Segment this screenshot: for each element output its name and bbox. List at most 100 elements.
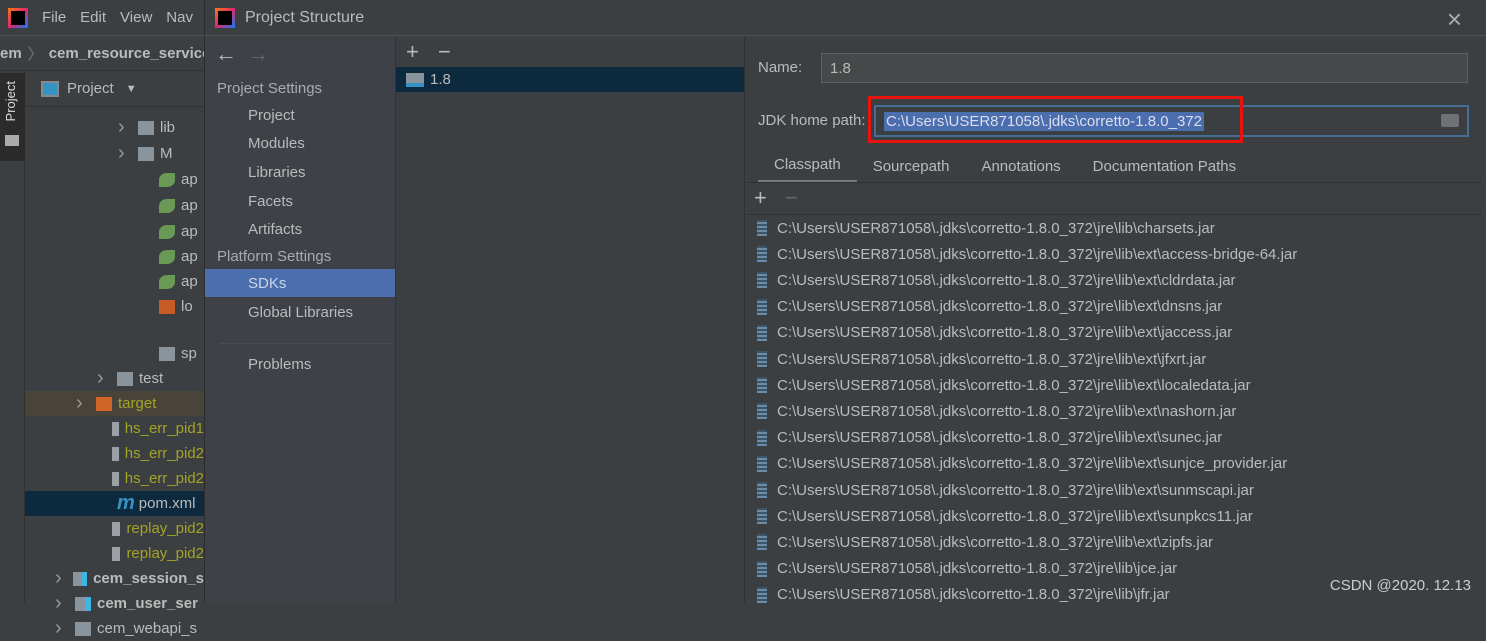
tree-item-label: pom.xml <box>138 495 196 512</box>
close-icon[interactable]: × <box>1447 4 1462 35</box>
classpath-item[interactable]: C:\Users\USER871058\.jdks\corretto-1.8.0… <box>757 294 1222 320</box>
tree-item[interactable]: hs_err_pid2 <box>25 466 204 491</box>
tree-item[interactable]: › target <box>25 391 204 416</box>
back-arrow-icon[interactable]: ← <box>215 41 237 67</box>
classpath-item[interactable]: C:\Users\USER871058\.jdks\corretto-1.8.0… <box>757 241 1297 267</box>
file-icon <box>112 521 121 536</box>
menu-navigate[interactable]: Nav <box>166 9 193 26</box>
tree-item[interactable]: › cem_session_s <box>25 566 204 591</box>
breadcrumb-separator: 〉 <box>27 46 43 63</box>
excluded-icon <box>96 396 112 411</box>
jar-icon <box>757 324 767 341</box>
tree-item[interactable]: › test <box>25 366 204 391</box>
project-view-selector[interactable]: Project ▼ <box>25 71 204 107</box>
tab-sourcepath[interactable]: Sourcepath <box>857 149 966 183</box>
jar-icon <box>757 482 767 498</box>
tree-item-label: target <box>118 395 157 412</box>
dialog-title: Project Structure <box>245 8 365 26</box>
classpath-item[interactable]: C:\Users\USER871058\.jdks\corretto-1.8.0… <box>757 529 1213 555</box>
tree-item[interactable]: › M <box>25 141 204 166</box>
tree-item[interactable]: ap <box>25 167 204 192</box>
chevron-right-icon[interactable]: › <box>118 142 128 165</box>
chevron-right-icon[interactable]: › <box>55 592 65 615</box>
chevron-right-icon[interactable]: › <box>55 567 63 590</box>
tree-item[interactable]: replay_pid2 <box>25 516 204 541</box>
nav-item-sdks[interactable]: SDKs <box>205 269 396 297</box>
highlight-box <box>868 96 1243 143</box>
module-icon <box>73 571 88 586</box>
remove-sdk-button[interactable]: − <box>438 39 451 65</box>
tree-item-label: hs_err_pid2 <box>124 445 204 462</box>
breadcrumb-item[interactable]: cem_resource_service <box>49 45 211 62</box>
classpath-item[interactable]: C:\Users\USER871058\.jdks\corretto-1.8.0… <box>757 346 1206 372</box>
chevron-right-icon[interactable]: › <box>55 617 65 640</box>
classpath-item[interactable]: C:\Users\USER871058\.jdks\corretto-1.8.0… <box>757 503 1253 529</box>
menu-view[interactable]: View <box>120 9 152 26</box>
classpath-item[interactable]: C:\Users\USER871058\.jdks\corretto-1.8.0… <box>757 556 1177 582</box>
project-tool-tab[interactable]: Project <box>0 73 25 161</box>
breadcrumb-item[interactable]: em <box>0 45 22 62</box>
tab-documentation-paths[interactable]: Documentation Paths <box>1077 149 1252 183</box>
classpath-item[interactable]: C:\Users\USER871058\.jdks\corretto-1.8.0… <box>757 215 1215 241</box>
tree-item[interactable]: › cem_webapi_s <box>25 616 204 641</box>
intellij-logo-icon <box>8 7 28 28</box>
spring-icon <box>159 274 175 289</box>
tree-item[interactable]: m pom.xml <box>25 491 204 516</box>
nav-item-modules[interactable]: Modules <box>205 130 396 158</box>
sdk-item[interactable]: 1.8 <box>396 67 744 92</box>
classpath-item[interactable]: C:\Users\USER871058\.jdks\corretto-1.8.0… <box>757 398 1236 424</box>
add-sdk-button[interactable]: + <box>406 39 419 65</box>
spring-icon <box>159 224 175 239</box>
sdk-detail-panel: Name: 1.8 JDK home path: C:\Users\USER87… <box>745 37 1482 603</box>
nav-item-facets[interactable]: Facets <box>205 187 396 215</box>
add-classpath-button[interactable]: + <box>754 185 767 211</box>
tree-item[interactable]: hs_err_pid2 <box>25 441 204 466</box>
tree-item[interactable]: ap <box>25 244 204 269</box>
nav-item-problems[interactable]: Problems <box>205 350 396 378</box>
classpath-item[interactable]: C:\Users\USER871058\.jdks\corretto-1.8.0… <box>757 582 1170 608</box>
sdk-list-panel: + − 1.8 <box>395 37 745 603</box>
tree-item[interactable]: ap <box>25 269 204 294</box>
classpath-item[interactable]: C:\Users\USER871058\.jdks\corretto-1.8.0… <box>757 267 1236 293</box>
tree-item[interactable]: replay_pid2 <box>25 541 204 566</box>
tree-item[interactable]: › cem_user_ser <box>25 591 204 616</box>
folder-icon <box>5 135 19 146</box>
browse-folder-icon[interactable] <box>1441 114 1459 127</box>
divider <box>745 182 1482 183</box>
folder-icon <box>117 371 133 386</box>
chevron-down-icon: ▼ <box>125 82 137 95</box>
tree-item-label: replay_pid2 <box>126 520 204 537</box>
name-input[interactable]: 1.8 <box>821 53 1468 83</box>
nav-item-project[interactable]: Project <box>205 101 396 129</box>
classpath-item[interactable]: C:\Users\USER871058\.jdks\corretto-1.8.0… <box>757 425 1222 451</box>
jar-icon <box>757 534 767 551</box>
tab-classpath[interactable]: Classpath <box>758 149 857 183</box>
jar-icon <box>757 455 767 472</box>
jar-icon <box>757 508 767 525</box>
classpath-item[interactable]: C:\Users\USER871058\.jdks\corretto-1.8.0… <box>757 477 1254 503</box>
tree-item[interactable]: lo <box>25 294 204 319</box>
chevron-right-icon[interactable]: › <box>76 392 86 415</box>
classpath-item[interactable]: C:\Users\USER871058\.jdks\corretto-1.8.0… <box>757 451 1287 477</box>
nav-item-libraries[interactable]: Libraries <box>205 158 396 186</box>
menu-edit[interactable]: Edit <box>80 9 106 26</box>
menu-file[interactable]: File <box>42 9 66 26</box>
tree-item[interactable]: ap <box>25 219 204 244</box>
project-view-icon <box>41 80 59 97</box>
classpath-item[interactable]: C:\Users\USER871058\.jdks\corretto-1.8.0… <box>757 372 1251 398</box>
remove-classpath-button[interactable]: − <box>785 185 798 211</box>
chevron-right-icon[interactable]: › <box>118 116 128 139</box>
maven-icon: m <box>117 492 135 514</box>
nav-item-global-libraries[interactable]: Global Libraries <box>205 298 396 326</box>
jar-icon <box>757 586 767 603</box>
chevron-right-icon[interactable]: › <box>97 367 107 390</box>
tree-item-label: ap <box>181 197 198 214</box>
tree-item[interactable]: › lib <box>25 115 204 140</box>
nav-item-artifacts[interactable]: Artifacts <box>205 216 396 244</box>
tree-item[interactable]: ap <box>25 193 204 218</box>
classpath-item[interactable]: C:\Users\USER871058\.jdks\corretto-1.8.0… <box>757 320 1232 346</box>
tree-item[interactable]: sp <box>25 341 204 366</box>
forward-arrow-icon[interactable]: → <box>247 41 269 67</box>
tree-item[interactable]: hs_err_pid1 <box>25 416 204 441</box>
tab-annotations[interactable]: Annotations <box>965 149 1076 183</box>
